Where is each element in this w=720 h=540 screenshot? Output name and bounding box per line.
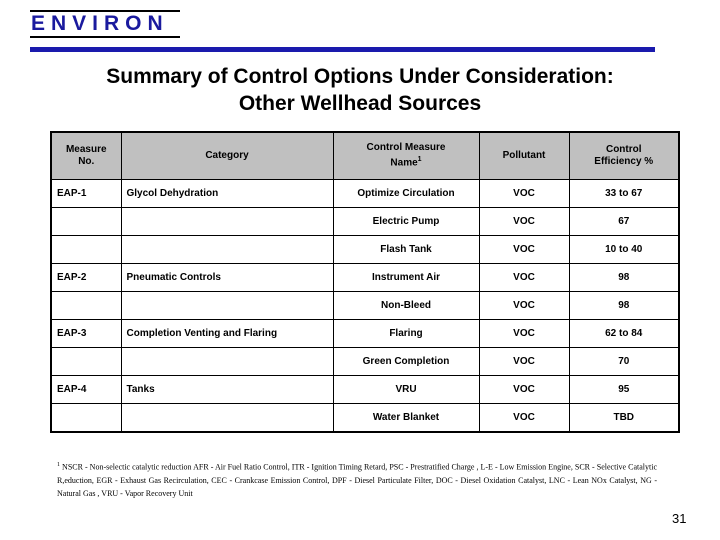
control-options-table: Measure No. Category Control Measure Nam… [50, 131, 680, 433]
cell-measure-no [50, 347, 122, 376]
column-header-category: Category [120, 131, 334, 180]
cell-pollutant: VOC [478, 179, 570, 208]
cell-category: Glycol Dehydration [120, 179, 334, 208]
cell-control-efficiency: TBD [568, 403, 680, 433]
cell-category [120, 291, 334, 320]
page-title: Summary of Control Options Under Conside… [0, 63, 720, 117]
cell-control-measure-name: VRU [332, 375, 480, 404]
column-header-control-measure-name-line2: Name [390, 157, 418, 169]
page-title-line-1: Summary of Control Options Under Conside… [106, 65, 614, 88]
column-header-measure-no-line1: Measure [65, 144, 107, 155]
table-row: Flash Tank VOC 10 to 40 [50, 235, 680, 264]
column-header-control-measure-name-line1: Control Measure [366, 142, 446, 154]
cell-measure-no [50, 207, 122, 236]
cell-pollutant: VOC [478, 403, 570, 433]
column-header-control-measure-name: Control Measure Name1 [332, 131, 480, 180]
cell-control-efficiency: 10 to 40 [568, 235, 680, 264]
column-header-pollutant-label: Pollutant [502, 150, 546, 161]
table-header-row: Measure No. Category Control Measure Nam… [50, 131, 680, 180]
cell-control-efficiency: 95 [568, 375, 680, 404]
cell-control-efficiency: 98 [568, 263, 680, 292]
cell-pollutant: VOC [478, 235, 570, 264]
cell-category: Completion Venting and Flaring [120, 319, 334, 348]
cell-control-measure-name: Water Blanket [332, 403, 480, 433]
cell-control-efficiency: 67 [568, 207, 680, 236]
cell-category: Tanks [120, 375, 334, 404]
cell-category [120, 347, 334, 376]
table-row: EAP-2 Pneumatic Controls Instrument Air VOC… [50, 263, 680, 292]
cell-control-measure-name: Flaring [332, 319, 480, 348]
cell-control-efficiency: 70 [568, 347, 680, 376]
logo-rule-bottom [30, 36, 180, 38]
cell-measure-no [50, 235, 122, 264]
cell-measure-no: EAP-3 [50, 319, 122, 348]
cell-control-efficiency: 62 to 84 [568, 319, 680, 348]
cell-measure-no: EAP-1 [50, 179, 122, 208]
column-header-pollutant: Pollutant [478, 131, 570, 180]
cell-category [120, 235, 334, 264]
column-header-measure-no-line2: No. [78, 156, 95, 167]
cell-control-measure-name: Non-Bleed [332, 291, 480, 320]
column-header-measure-no: Measure No. [50, 131, 122, 180]
table-row: EAP-4 Tanks VRU VOC 95 [50, 375, 680, 404]
table-row: Non-Bleed VOC 98 [50, 291, 680, 320]
table-row: Water Blanket VOC TBD [50, 403, 680, 433]
cell-control-measure-name: Instrument Air [332, 263, 480, 292]
cell-pollutant: VOC [478, 291, 570, 320]
cell-category [120, 403, 334, 433]
page-title-line-2: Other Wellhead Sources [238, 92, 482, 115]
logo-wordmark: ENVIRON [31, 12, 169, 35]
cell-pollutant: VOC [478, 263, 570, 292]
cell-control-measure-name: Optimize Circulation [332, 179, 480, 208]
cell-control-measure-name: Electric Pump [332, 207, 480, 236]
table-row: EAP-1 Glycol Dehydration Optimize Circulat… [50, 179, 680, 208]
footnote-text: NSCR - Non-selectic catalytic reduction … [57, 462, 657, 498]
cell-control-measure-name: Flash Tank [332, 235, 480, 264]
cell-measure-no: EAP-2 [50, 263, 122, 292]
column-header-category-label: Category [205, 150, 249, 161]
cell-category: Pneumatic Controls [120, 263, 334, 292]
cell-control-efficiency: 98 [568, 291, 680, 320]
table-row: Electric Pump VOC 67 [50, 207, 680, 236]
column-header-control-efficiency-line1: Control [605, 144, 642, 155]
cell-pollutant: VOC [478, 347, 570, 376]
cell-pollutant: VOC [478, 207, 570, 236]
table-row: Green Completion VOC 70 [50, 347, 680, 376]
cell-category [120, 207, 334, 236]
cell-pollutant: VOC [478, 319, 570, 348]
column-header-control-efficiency: Control Efficiency % [568, 131, 680, 180]
page-number: 31 [672, 511, 687, 526]
footnote-superscript-marker: 1 [417, 156, 422, 164]
cell-control-efficiency: 33 to 67 [568, 179, 680, 208]
header-accent-bar [30, 47, 655, 52]
cell-control-measure-name: Green Completion [332, 347, 480, 376]
column-header-control-efficiency-line2: Efficiency % [594, 156, 654, 167]
cell-measure-no [50, 291, 122, 320]
cell-measure-no [50, 403, 122, 433]
cell-pollutant: VOC [478, 375, 570, 404]
environ-logo: ENVIRON [30, 10, 180, 38]
cell-measure-no: EAP-4 [50, 375, 122, 404]
table-row: EAP-3 Completion Venting and Flaring Flari… [50, 319, 680, 348]
footnote: 1 NSCR - Non-selectic catalytic reductio… [57, 459, 657, 500]
